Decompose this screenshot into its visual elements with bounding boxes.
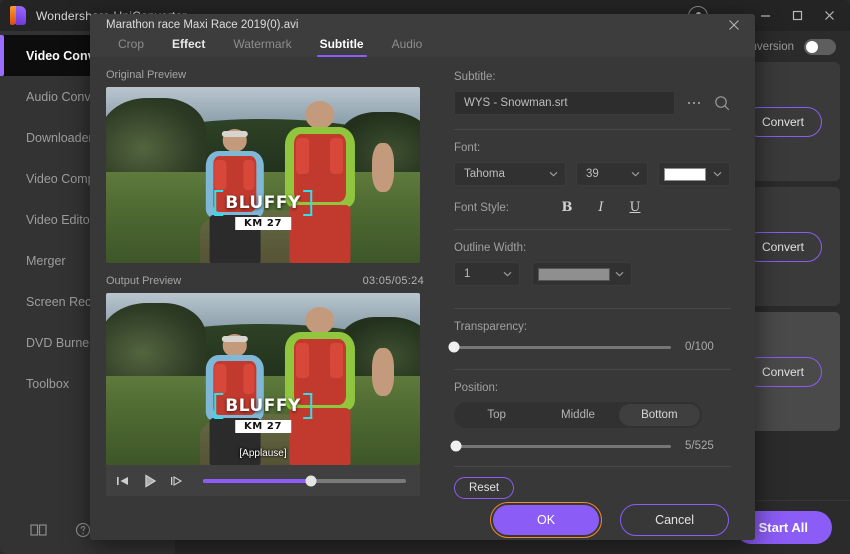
subtitle-caption: [Applause] bbox=[239, 448, 287, 460]
dialog-footer: OK Cancel bbox=[90, 499, 755, 540]
subtitle-settings-dialog: Marathon race Maxi Race 2019(0).avi Crop… bbox=[90, 14, 755, 540]
font-label: Font: bbox=[454, 142, 481, 155]
transparency-row: 0/100 bbox=[448, 341, 731, 354]
outline-width-value: 1 bbox=[464, 268, 471, 281]
transparency-label: Transparency: bbox=[454, 321, 528, 334]
dialog-header: Marathon race Maxi Race 2019(0).avi bbox=[90, 14, 755, 36]
chevron-down-icon bbox=[631, 171, 640, 177]
sidebar-item-label: Toolbox bbox=[26, 376, 70, 391]
font-family-select[interactable]: Tahoma bbox=[454, 162, 566, 187]
convert-button[interactable]: Convert bbox=[743, 356, 822, 387]
subtitle-file-row: WYS - Snowman.srt bbox=[454, 91, 731, 116]
outline-row: 1 bbox=[454, 262, 731, 287]
dialog-title: Marathon race Maxi Race 2019(0).avi bbox=[106, 19, 299, 31]
chevron-down-icon bbox=[549, 171, 558, 177]
outline-width-label: Outline Width: bbox=[454, 242, 527, 255]
ok-button-focus-ring: OK bbox=[490, 501, 603, 538]
font-size-select[interactable]: 39 bbox=[576, 162, 648, 187]
cancel-button[interactable]: Cancel bbox=[620, 503, 729, 536]
outline-width-select[interactable]: 1 bbox=[454, 262, 520, 287]
original-preview-video: BLUFFY KM 27 bbox=[106, 87, 420, 264]
subtitle-file-input[interactable]: WYS - Snowman.srt bbox=[454, 91, 675, 116]
position-slider[interactable] bbox=[450, 440, 671, 452]
conversion-toggle[interactable] bbox=[804, 38, 836, 55]
ellipsis-icon[interactable] bbox=[685, 100, 703, 106]
chevron-down-icon bbox=[615, 271, 624, 277]
font-color-select[interactable] bbox=[658, 162, 730, 187]
convert-button[interactable]: Convert bbox=[743, 231, 822, 262]
video-overlay-graphic: BLUFFY KM 27 bbox=[214, 393, 312, 434]
play-icon[interactable] bbox=[143, 473, 157, 488]
font-row: Tahoma 39 bbox=[454, 162, 731, 187]
book-icon[interactable] bbox=[30, 523, 47, 542]
original-preview-label: Original Preview bbox=[106, 69, 187, 82]
font-size-value: 39 bbox=[586, 168, 599, 181]
output-preview-header: Output Preview 03:05/05:24 bbox=[106, 275, 424, 287]
sidebar-item-label: Merger bbox=[26, 253, 66, 268]
divider bbox=[454, 308, 731, 310]
convert-button[interactable]: Convert bbox=[743, 106, 822, 137]
tab-effect[interactable]: Effect bbox=[158, 37, 219, 57]
playback-timestamp: 03:05/05:24 bbox=[362, 275, 424, 288]
overlay-title: BLUFFY bbox=[214, 190, 312, 217]
outline-color-swatch bbox=[538, 267, 610, 281]
tab-crop[interactable]: Crop bbox=[104, 37, 158, 57]
tab-audio[interactable]: Audio bbox=[378, 37, 437, 57]
overlay-title: BLUFFY bbox=[214, 393, 312, 420]
sidebar-item-label: DVD Burner bbox=[26, 335, 94, 350]
runner-figure bbox=[263, 101, 395, 264]
position-label: Position: bbox=[454, 382, 499, 395]
bold-button[interactable]: B bbox=[550, 200, 584, 215]
divider bbox=[454, 229, 731, 231]
font-color-swatch bbox=[664, 167, 706, 181]
close-icon[interactable] bbox=[814, 1, 844, 31]
next-frame-icon[interactable] bbox=[170, 475, 184, 487]
italic-button[interactable]: I bbox=[584, 200, 618, 215]
dialog-close-icon[interactable] bbox=[723, 14, 745, 36]
position-top-button[interactable]: Top bbox=[456, 404, 537, 426]
transparency-slider[interactable] bbox=[448, 341, 671, 353]
divider bbox=[454, 129, 731, 131]
underline-button[interactable]: U bbox=[618, 200, 652, 215]
output-preview-label: Output Preview bbox=[106, 275, 182, 288]
chevron-down-icon bbox=[503, 271, 512, 277]
transparency-value: 0/100 bbox=[685, 341, 714, 354]
position-button-group: Top Middle Bottom bbox=[454, 402, 702, 429]
preview-column: Original Preview BLUFFY KM 27 Output Pre… bbox=[90, 57, 438, 499]
divider bbox=[454, 466, 731, 468]
help-icon[interactable] bbox=[75, 522, 91, 543]
divider bbox=[454, 369, 731, 371]
tab-watermark[interactable]: Watermark bbox=[219, 37, 305, 57]
app-logo-icon bbox=[10, 6, 27, 25]
position-offset-row: 5/525 bbox=[450, 440, 731, 453]
font-family-value: Tahoma bbox=[464, 168, 505, 181]
player-controls bbox=[106, 465, 420, 497]
overlay-km: KM 27 bbox=[234, 217, 292, 231]
subtitle-file-label: Subtitle: bbox=[454, 71, 496, 84]
sidebar-item-label: Downloader bbox=[26, 130, 93, 145]
dialog-body: Original Preview BLUFFY KM 27 Output Pre… bbox=[90, 57, 755, 500]
previous-frame-icon[interactable] bbox=[116, 475, 130, 487]
position-value: 5/525 bbox=[685, 440, 714, 453]
output-preview-video: BLUFFY KM 27 [Applause] bbox=[106, 293, 420, 466]
search-icon[interactable] bbox=[713, 95, 731, 111]
video-overlay-graphic: BLUFFY KM 27 bbox=[214, 190, 312, 231]
maximize-icon[interactable] bbox=[782, 1, 812, 31]
font-style-row: Font Style: B I U bbox=[454, 200, 731, 215]
chevron-down-icon bbox=[713, 171, 722, 177]
settings-column: Subtitle: WYS - Snowman.srt Font: Tahoma… bbox=[438, 57, 755, 500]
reset-button[interactable]: Reset bbox=[454, 477, 515, 500]
original-preview-header: Original Preview bbox=[106, 69, 424, 81]
ok-button[interactable]: OK bbox=[493, 504, 600, 535]
tab-subtitle[interactable]: Subtitle bbox=[306, 37, 378, 58]
dialog-tabs: Crop Effect Watermark Subtitle Audio bbox=[90, 36, 755, 58]
outline-color-select[interactable] bbox=[532, 262, 632, 287]
sidebar-item-label: Video Editor bbox=[26, 212, 94, 227]
position-middle-button[interactable]: Middle bbox=[537, 404, 618, 426]
overlay-km: KM 27 bbox=[234, 420, 292, 434]
seek-slider[interactable] bbox=[203, 475, 406, 487]
position-bottom-button[interactable]: Bottom bbox=[618, 404, 700, 427]
font-style-label: Font Style: bbox=[454, 201, 509, 214]
runner-figure bbox=[263, 306, 395, 466]
